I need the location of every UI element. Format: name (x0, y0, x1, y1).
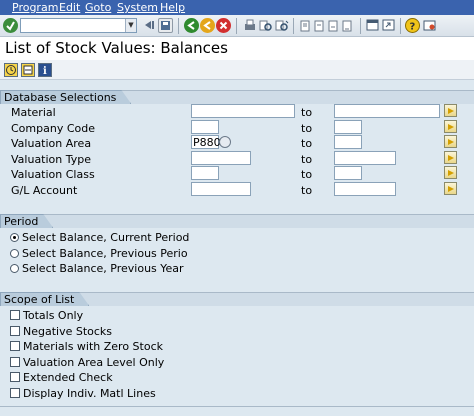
scope-checkbox[interactable] (10, 310, 20, 320)
multiple-selection-icon[interactable] (444, 120, 457, 133)
database-selections-group: Database Selections (0, 90, 474, 104)
standard-toolbar: ▼ ? (0, 15, 474, 37)
scope-of-list-group: Scope of List (0, 292, 474, 306)
to-label: to (301, 153, 313, 166)
multiple-selection-icon[interactable] (444, 104, 457, 117)
scope-option-label: Materials with Zero Stock (23, 340, 164, 353)
save-icon[interactable] (158, 18, 173, 33)
period-group: Period (0, 214, 474, 228)
selection-label: Valuation Type (11, 153, 92, 166)
back-icon[interactable] (184, 18, 199, 33)
period-heading: Period (0, 214, 53, 228)
save-arrow-icon[interactable] (142, 18, 157, 33)
period-radio[interactable] (10, 264, 19, 273)
menu-goto[interactable]: Goto (85, 1, 111, 14)
scope-option-label: Display Indiv. Matl Lines (23, 387, 156, 400)
scope-checkbox[interactable] (10, 388, 20, 398)
period-option-label: Select Balance, Previous Perio (22, 247, 188, 260)
selection-label: G/L Account (11, 184, 78, 197)
selection-from-field[interactable] (191, 166, 219, 180)
multiple-selection-icon[interactable] (444, 151, 457, 164)
period-radio[interactable] (10, 249, 19, 258)
multiple-selection-icon[interactable] (444, 182, 457, 195)
scope-checkbox[interactable] (10, 372, 20, 382)
to-label: to (301, 106, 313, 119)
selection-to-field[interactable] (334, 151, 396, 165)
application-toolbar: i (0, 60, 474, 80)
menu-system[interactable]: System (117, 1, 158, 14)
selection-from-field[interactable] (191, 120, 219, 134)
selection-to-field[interactable] (334, 182, 396, 196)
customize-layout-icon[interactable] (422, 18, 437, 33)
scope-option-label: Negative Stocks (23, 325, 113, 338)
command-dropdown-icon[interactable]: ▼ (125, 19, 136, 32)
last-page-icon[interactable] (340, 18, 355, 33)
execute-icon[interactable] (4, 63, 18, 77)
to-label: to (301, 168, 313, 181)
svg-text:?: ? (410, 22, 416, 33)
bottom-divider (0, 406, 474, 407)
selection-to-field[interactable] (334, 120, 362, 134)
print-icon[interactable] (242, 18, 257, 33)
selection-label: Material (11, 106, 56, 119)
scope-of-list-heading: Scope of List (0, 292, 89, 306)
matchcode-icon[interactable] (219, 136, 231, 148)
selection-from-field[interactable] (191, 182, 251, 196)
multiple-selection-icon[interactable] (444, 135, 457, 148)
next-page-icon[interactable] (326, 18, 341, 33)
first-page-icon[interactable] (298, 18, 313, 33)
to-label: to (301, 184, 313, 197)
shortcut-icon[interactable] (381, 18, 396, 33)
scope-option-label: Totals Only (23, 309, 84, 322)
exit-icon[interactable] (200, 18, 215, 33)
help-icon[interactable]: ? (405, 18, 420, 33)
to-label: to (301, 122, 313, 135)
to-label: to (301, 137, 313, 150)
command-field[interactable]: ▼ (20, 18, 137, 33)
menu-edit[interactable]: Edit (59, 1, 80, 14)
info-icon[interactable]: i (38, 63, 52, 77)
scope-checkbox[interactable] (10, 341, 20, 351)
database-selections-heading: Database Selections (0, 90, 131, 104)
period-radio[interactable] (10, 233, 19, 242)
get-variant-icon[interactable] (21, 63, 35, 77)
selection-to-field[interactable] (334, 135, 362, 149)
page-title: List of Stock Values: Balances (5, 39, 228, 57)
menu-program[interactable]: Program (12, 1, 58, 14)
svg-text:i: i (43, 66, 47, 76)
period-option-label: Select Balance, Current Period (22, 231, 190, 244)
cancel-icon[interactable] (216, 18, 231, 33)
period-option-label: Select Balance, Previous Year (22, 262, 184, 275)
menu-help[interactable]: Help (160, 1, 185, 14)
menu-bar: Program Edit Goto System Help (0, 0, 474, 15)
enter-icon[interactable] (3, 18, 18, 33)
previous-page-icon[interactable] (312, 18, 327, 33)
selection-label: Company Code (11, 122, 95, 135)
selection-to-field[interactable] (334, 166, 362, 180)
selection-from-field[interactable]: P880 (191, 135, 221, 149)
multiple-selection-icon[interactable] (444, 166, 457, 179)
selection-label: Valuation Class (11, 168, 95, 181)
scope-option-label: Valuation Area Level Only (23, 356, 165, 369)
title-area: List of Stock Values: Balances (0, 37, 474, 60)
selection-from-field[interactable] (191, 104, 295, 118)
selection-to-field[interactable] (334, 104, 440, 118)
find-icon[interactable] (258, 18, 273, 33)
scope-checkbox[interactable] (10, 326, 20, 336)
selection-label: Valuation Area (11, 137, 92, 150)
scope-option-label: Extended Check (23, 371, 113, 384)
selection-from-field[interactable] (191, 151, 251, 165)
scope-checkbox[interactable] (10, 357, 20, 367)
find-next-icon[interactable] (274, 18, 289, 33)
create-session-icon[interactable] (365, 18, 380, 33)
